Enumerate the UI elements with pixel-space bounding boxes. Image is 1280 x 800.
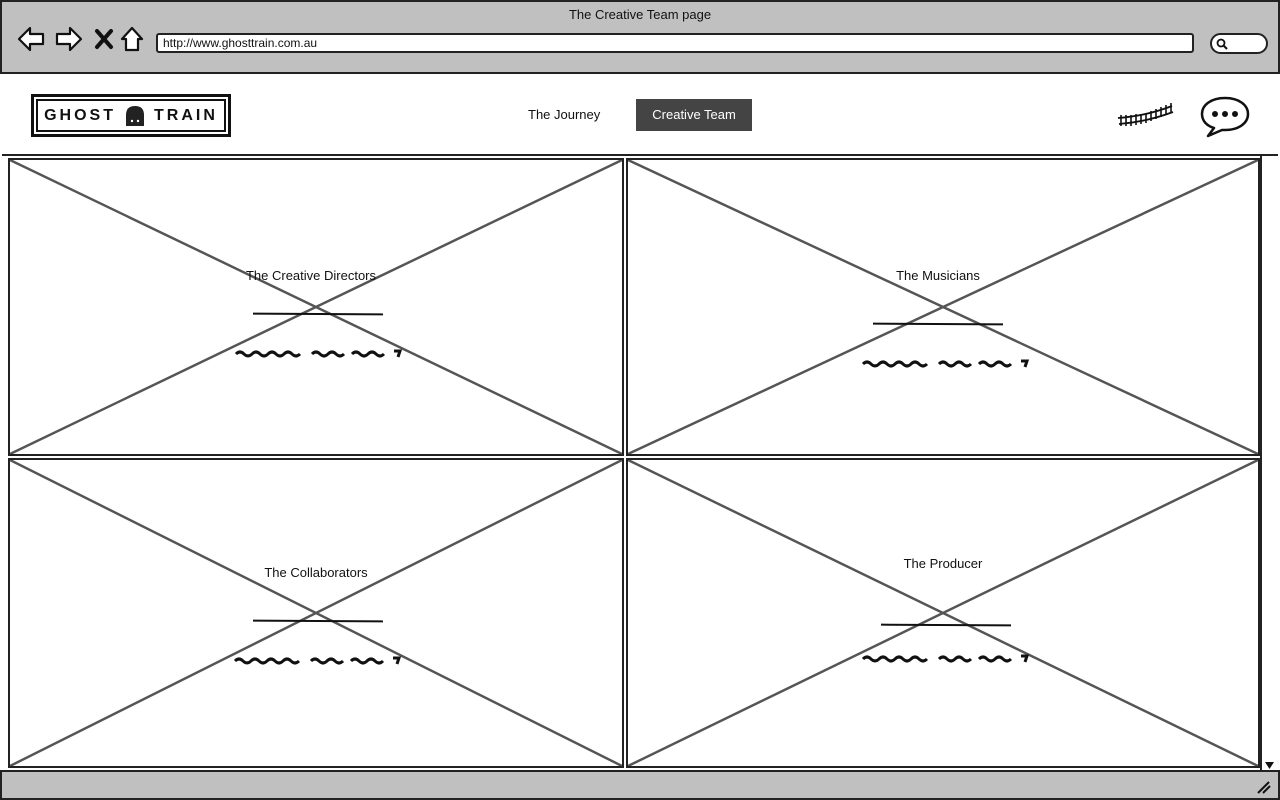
nav-item-the-journey[interactable]: The Journey <box>512 99 616 131</box>
search-field[interactable] <box>1210 33 1268 54</box>
team-card-musicians[interactable]: The Musicians <box>626 158 1260 456</box>
ghost-icon <box>126 105 144 126</box>
train-track-icon <box>1117 103 1174 126</box>
search-icon <box>1216 38 1228 50</box>
text-placeholder <box>861 654 1030 663</box>
nav-item-creative-team[interactable]: Creative Team <box>636 99 752 131</box>
resize-grip-icon[interactable] <box>1256 780 1272 794</box>
close-icon[interactable] <box>90 24 120 54</box>
team-card-creative-directors[interactable]: The Creative Directors <box>8 158 624 456</box>
image-placeholder <box>628 460 1258 766</box>
card-title: The Creative Directors <box>245 268 377 283</box>
vertical-scrollbar[interactable] <box>1260 156 1276 770</box>
text-placeholder <box>861 359 1030 368</box>
image-placeholder <box>10 460 622 766</box>
speech-bubble-icon[interactable] <box>1200 96 1250 138</box>
card-title: The Collaborators <box>264 565 368 580</box>
address-bar[interactable]: http://www.ghosttrain.com.au <box>156 33 1194 53</box>
image-placeholder <box>10 160 622 454</box>
logo[interactable]: GHOST TRAIN <box>31 94 231 137</box>
team-card-producer[interactable]: The Producer <box>626 458 1260 768</box>
browser-chrome: The Creative Team page http://www.ghostt… <box>0 0 1280 74</box>
card-title: The Producer <box>903 556 983 571</box>
back-arrow-icon[interactable] <box>16 24 46 54</box>
image-placeholder <box>628 160 1258 454</box>
home-icon[interactable] <box>118 24 148 54</box>
logo-left-text: GHOST <box>44 106 116 124</box>
card-title: The Musicians <box>896 268 980 283</box>
text-placeholder <box>233 656 402 665</box>
team-grid: The Creative Directors The Musicians The… <box>2 156 1276 770</box>
site-header: GHOST TRAIN The Journey Creative Team <box>2 74 1278 156</box>
main-nav: The Journey Creative Team <box>512 99 752 131</box>
logo-right-text: TRAIN <box>154 106 218 124</box>
window-title: The Creative Team page <box>568 7 712 22</box>
text-placeholder <box>234 349 403 358</box>
scroll-down-arrow-icon[interactable] <box>1264 760 1275 770</box>
team-card-collaborators[interactable]: The Collaborators <box>8 458 624 768</box>
forward-arrow-icon[interactable] <box>54 24 84 54</box>
status-bar <box>0 770 1280 800</box>
